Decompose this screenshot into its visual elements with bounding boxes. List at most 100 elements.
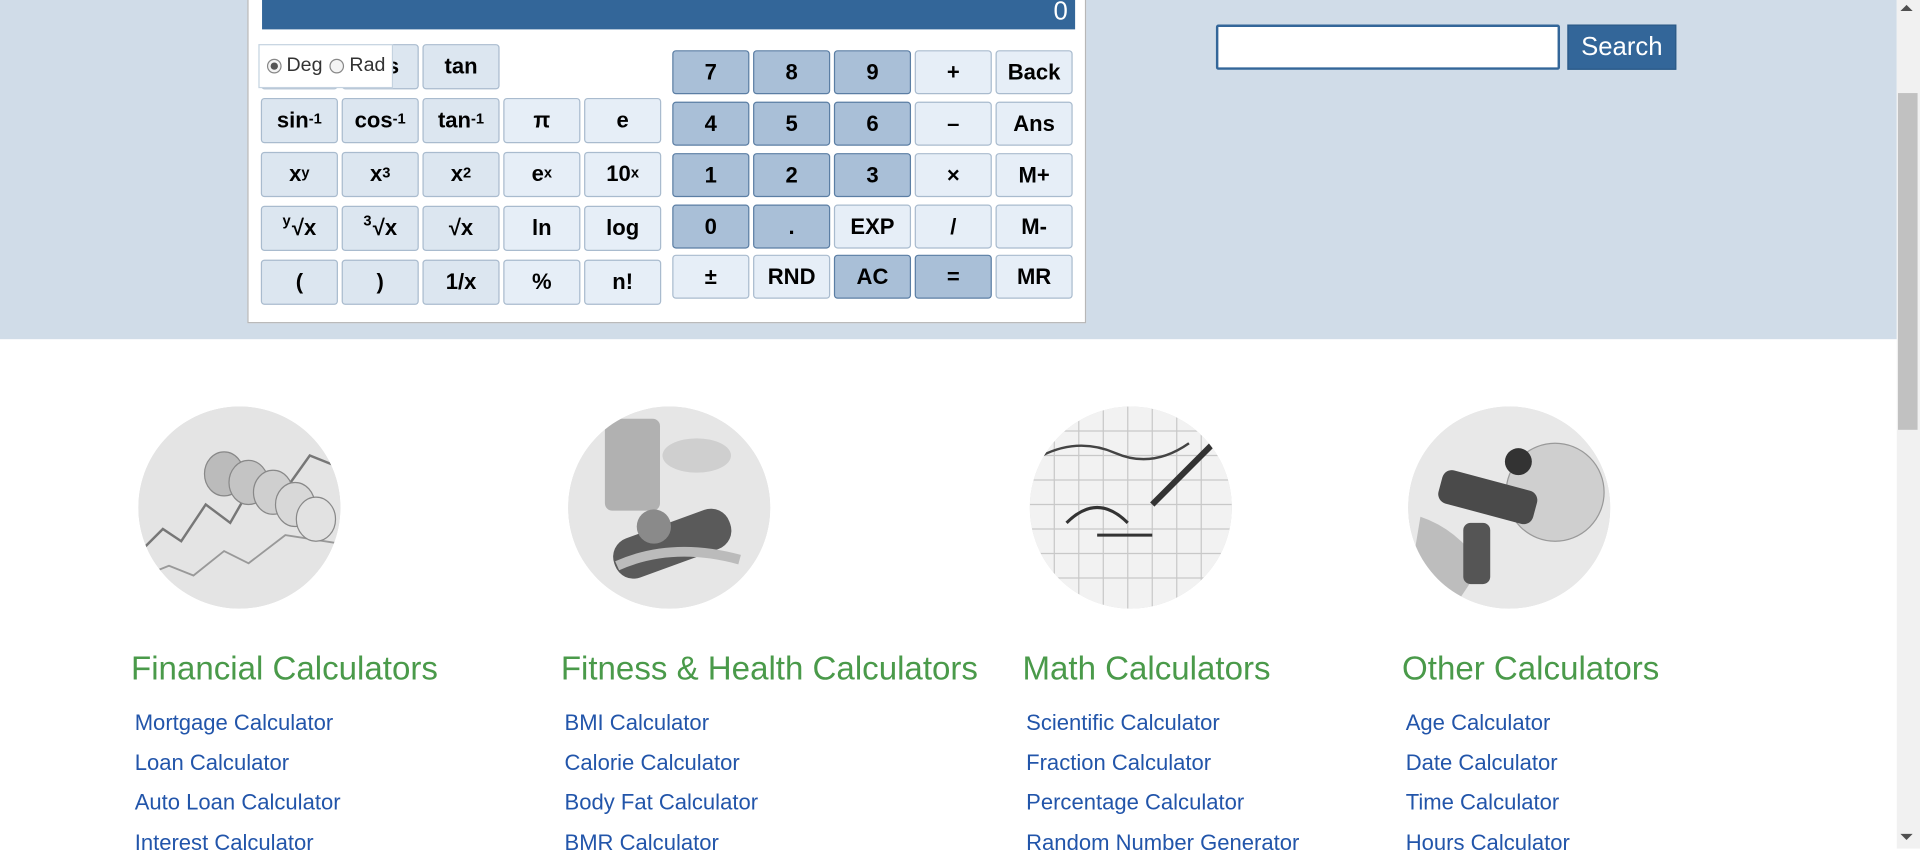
ln-button[interactable]: ln xyxy=(503,205,581,252)
minus-button[interactable]: – xyxy=(914,101,992,146)
plus-button[interactable]: + xyxy=(914,50,992,95)
key-4-label: 4 xyxy=(704,110,717,136)
financial-link-loan[interactable]: Loan Calculator xyxy=(135,746,341,786)
other-link-hours[interactable]: Hours Calculator xyxy=(1406,826,1570,866)
financial-category-image[interactable] xyxy=(138,406,341,609)
square-root-button[interactable]: √x xyxy=(422,205,500,252)
memory-add-button[interactable]: M+ xyxy=(995,153,1073,198)
other-link-age[interactable]: Age Calculator xyxy=(1406,707,1570,747)
math-link-percentage[interactable]: Percentage Calculator xyxy=(1026,786,1299,826)
fitness-link-bmi[interactable]: BMI Calculator xyxy=(564,707,758,747)
left-paren-label: ( xyxy=(295,269,304,294)
power-y-button[interactable]: xy xyxy=(260,151,338,198)
left-paren-button[interactable]: ( xyxy=(260,259,338,305)
cube-root-button[interactable]: 3 √x xyxy=(341,205,419,252)
fitness-category-image[interactable] xyxy=(568,406,771,609)
equals-label: = xyxy=(946,263,960,289)
cube-root-index: 3 xyxy=(363,211,372,229)
rad-radio[interactable] xyxy=(329,58,345,74)
key-2[interactable]: 2 xyxy=(753,153,831,198)
arccos-button[interactable]: cos -1 xyxy=(341,97,419,144)
other-category-image[interactable] xyxy=(1408,406,1611,609)
key-7[interactable]: 7 xyxy=(672,50,750,95)
square-button[interactable]: x2 xyxy=(422,151,500,198)
factorial-label: n! xyxy=(612,269,634,294)
divide-button[interactable]: / xyxy=(914,204,992,249)
random-label: RND xyxy=(767,263,816,289)
square-base: x xyxy=(450,161,464,187)
cube-button[interactable]: x3 xyxy=(341,151,419,198)
other-link-date[interactable]: Date Calculator xyxy=(1406,746,1570,786)
key-0-label: 0 xyxy=(704,213,717,239)
financial-link-mortgage[interactable]: Mortgage Calculator xyxy=(135,707,341,747)
key-2-label: 2 xyxy=(785,162,798,187)
scroll-up-arrow-icon[interactable] xyxy=(1900,4,1913,12)
plus-minus-button[interactable]: ± xyxy=(672,254,750,299)
arctan-button[interactable]: tan -1 xyxy=(422,97,500,144)
key-9[interactable]: 9 xyxy=(833,50,912,95)
scrollbar-thumb[interactable] xyxy=(1897,93,1918,430)
ans-label: Ans xyxy=(1013,110,1055,136)
key-6[interactable]: 6 xyxy=(833,101,912,146)
yth-root-button[interactable]: y √x xyxy=(260,205,338,252)
memory-subtract-button[interactable]: M- xyxy=(995,204,1073,249)
exp-button[interactable]: EXP xyxy=(833,204,912,249)
fitness-category-title[interactable]: Fitness & Health Calculators xyxy=(561,650,978,688)
key-8[interactable]: 8 xyxy=(753,50,831,95)
key-5[interactable]: 5 xyxy=(753,101,831,146)
reciprocal-button[interactable]: 1/x xyxy=(422,259,500,305)
other-category-title[interactable]: Other Calculators xyxy=(1402,650,1659,688)
pi-label: π xyxy=(533,107,551,133)
math-link-fraction[interactable]: Fraction Calculator xyxy=(1026,746,1299,786)
fitness-links: BMI Calculator Calorie Calculator Body F… xyxy=(564,707,758,866)
scroll-down-arrow-icon[interactable] xyxy=(1900,833,1913,841)
right-paren-label: ) xyxy=(376,269,384,294)
factorial-button[interactable]: n! xyxy=(584,259,662,305)
fitness-link-body-fat[interactable]: Body Fat Calculator xyxy=(564,786,758,826)
arctan-label: tan xyxy=(437,107,472,133)
fuel-pump-icon xyxy=(1408,406,1611,609)
power-ten-base: 10 xyxy=(606,161,631,187)
fitness-link-calorie[interactable]: Calorie Calculator xyxy=(564,746,758,786)
fitness-link-bmr[interactable]: BMR Calculator xyxy=(564,826,758,866)
percent-button[interactable]: % xyxy=(503,259,581,305)
key-4[interactable]: 4 xyxy=(672,101,750,146)
decimal-button[interactable]: . xyxy=(753,204,831,249)
random-button[interactable]: RND xyxy=(753,254,831,299)
memory-add-label: M+ xyxy=(1018,162,1050,187)
math-link-scientific[interactable]: Scientific Calculator xyxy=(1026,707,1299,747)
search-button[interactable]: Search xyxy=(1567,24,1677,70)
memory-recall-button[interactable]: MR xyxy=(995,254,1073,299)
key-1[interactable]: 1 xyxy=(672,153,750,198)
multiply-button[interactable]: × xyxy=(914,153,992,198)
display-value: 0 xyxy=(1053,0,1068,26)
back-label: Back xyxy=(1007,59,1061,84)
financial-link-interest[interactable]: Interest Calculator xyxy=(135,826,341,866)
financial-category-title[interactable]: Financial Calculators xyxy=(131,650,438,688)
minus-label: – xyxy=(947,110,960,136)
equals-button[interactable]: = xyxy=(914,254,992,299)
memory-recall-label: MR xyxy=(1016,263,1052,289)
e-button[interactable]: e xyxy=(584,97,662,144)
math-category-image[interactable] xyxy=(1029,406,1232,609)
financial-link-auto-loan[interactable]: Auto Loan Calculator xyxy=(135,786,341,826)
tan-button[interactable]: tan xyxy=(422,44,500,90)
power-ten-button[interactable]: 10 x xyxy=(584,151,662,198)
back-button[interactable]: Back xyxy=(995,50,1073,95)
percent-label: % xyxy=(532,269,552,294)
key-3[interactable]: 3 xyxy=(833,153,912,198)
search-input[interactable] xyxy=(1215,24,1561,70)
exp-e-base: e xyxy=(531,161,544,187)
all-clear-button[interactable]: AC xyxy=(833,254,912,299)
log-button[interactable]: log xyxy=(584,205,662,252)
arcsin-button[interactable]: sin -1 xyxy=(260,97,338,144)
math-link-random-number[interactable]: Random Number Generator xyxy=(1026,826,1299,866)
ans-button[interactable]: Ans xyxy=(995,101,1073,146)
right-paren-button[interactable]: ) xyxy=(341,259,419,305)
pi-button[interactable]: π xyxy=(503,97,581,144)
deg-radio[interactable] xyxy=(266,58,282,74)
math-category-title[interactable]: Math Calculators xyxy=(1022,650,1270,688)
other-link-time[interactable]: Time Calculator xyxy=(1406,786,1570,826)
key-0[interactable]: 0 xyxy=(672,204,750,249)
exp-e-button[interactable]: ex xyxy=(503,151,581,198)
